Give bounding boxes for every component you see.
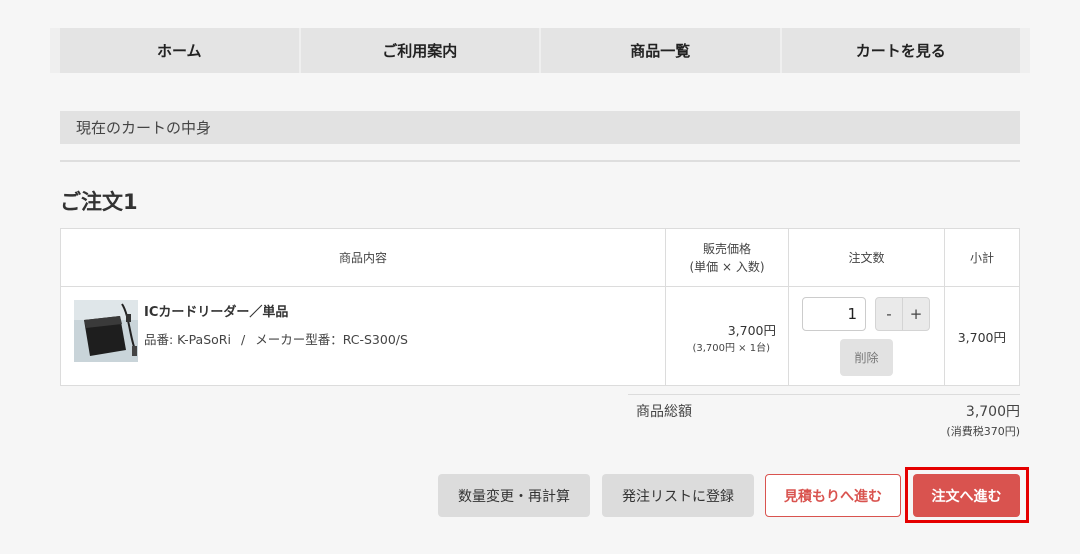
total-value: 3,700円 <box>965 404 1020 420</box>
totals: 商品総額 3,700円 (消費税370円) <box>628 394 1020 438</box>
add-to-order-list-button[interactable]: 発注リストに登録 <box>602 474 754 517</box>
nav-cart[interactable]: カートを見る <box>781 28 1020 73</box>
unit-price: 3,700円 <box>727 323 776 338</box>
proceed-to-order-button[interactable]: 注文へ進む <box>913 474 1020 517</box>
header-price-note: (単価 × 入数) <box>689 259 765 274</box>
qty-cell: - + 削除 <box>789 287 945 385</box>
row-subtotal: 3,700円 <box>957 330 1006 345</box>
header-price-label: 販売価格 <box>702 241 751 256</box>
nav-guide[interactable]: ご利用案内 <box>300 28 539 73</box>
subtotal-cell: 3,700円 <box>945 287 1019 385</box>
nav-products[interactable]: 商品一覧 <box>541 28 780 73</box>
order-title: ご注文1 <box>60 190 138 214</box>
estimate-button[interactable]: 見積もりへ進む <box>765 474 901 517</box>
section-heading-text: 現在のカートの中身 <box>76 119 212 137</box>
delete-button[interactable]: 削除 <box>840 339 893 376</box>
nav-home[interactable]: ホーム <box>60 28 299 73</box>
qty-increment-button[interactable]: + <box>902 297 930 331</box>
product-cell: ICカードリーダー／単品 品番: K-PaSoRi / メーカー型番：RC-S300… <box>61 287 666 385</box>
cart-table: 商品内容 販売価格 (単価 × 入数) 注文数 小計 ICカードリーダー／単品 … <box>60 228 1020 386</box>
total-label: 商品総額 <box>636 404 692 420</box>
divider <box>60 160 1020 162</box>
quantity-input[interactable] <box>802 297 866 331</box>
product-thumbnail[interactable] <box>74 300 138 362</box>
qty-decrement-button[interactable]: - <box>875 297 903 331</box>
header-price: 販売価格 (単価 × 入数) <box>666 229 789 286</box>
product-name[interactable]: ICカードリーダー／単品 <box>144 301 288 320</box>
header-subtotal: 小計 <box>969 250 994 265</box>
product-meta: 品番: K-PaSoRi / メーカー型番：RC-S300/S <box>144 329 408 348</box>
global-nav: ホーム ご利用案内 商品一覧 カートを見る <box>50 28 1030 73</box>
header-qty: 注文数 <box>789 229 945 286</box>
tax-note: (消費税370円) <box>946 425 1020 438</box>
maker-code: メーカー型番：RC-S300/S <box>255 332 408 347</box>
table-header: 商品内容 販売価格 (単価 × 入数) 注文数 小計 <box>61 229 1019 287</box>
price-cell: 3,700円 (3,700円 × 1台) <box>666 287 789 385</box>
header-product: 商品内容 <box>61 229 666 286</box>
section-heading: 現在のカートの中身 <box>60 111 1020 144</box>
table-row: ICカードリーダー／単品 品番: K-PaSoRi / メーカー型番：RC-S300… <box>61 287 1019 385</box>
recalculate-button[interactable]: 数量変更・再計算 <box>438 474 590 517</box>
product-code: 品番: K-PaSoRi <box>144 332 231 347</box>
meta-separator: / <box>240 332 246 347</box>
price-detail: (3,700円 × 1台) <box>692 343 770 354</box>
